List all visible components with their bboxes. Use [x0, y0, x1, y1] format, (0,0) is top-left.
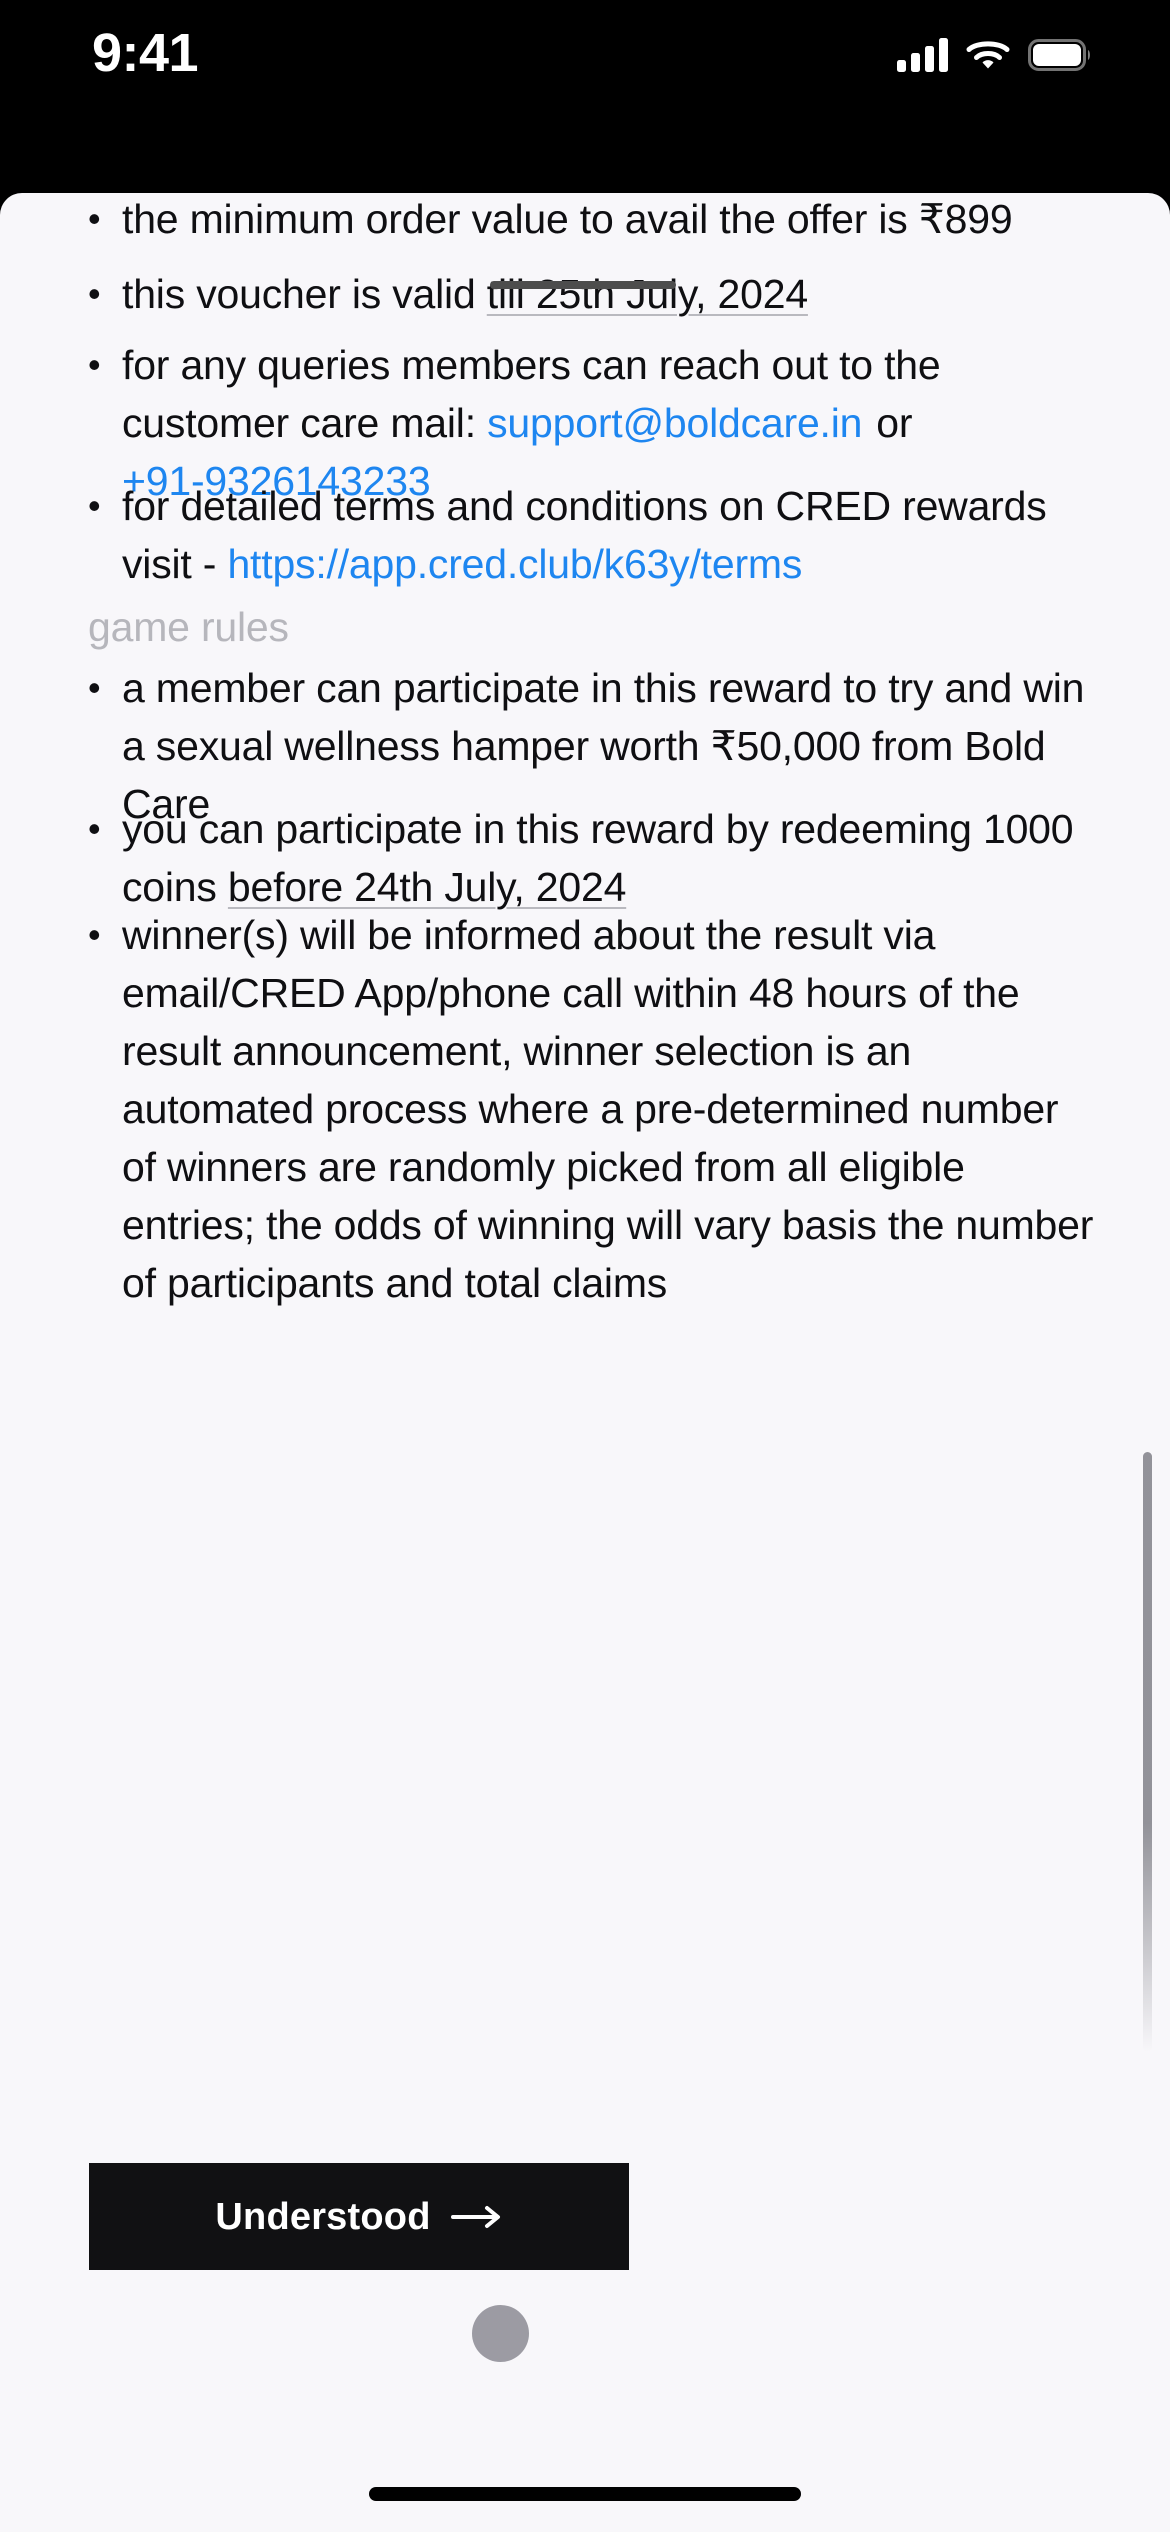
- phone-screen: the minimum order value to avail the off…: [0, 0, 1170, 2532]
- game-rule-redeem: you can participate in this reward by re…: [88, 800, 1098, 916]
- game-rules-heading: game rules: [88, 604, 289, 650]
- terms-bullet-validity: this voucher is valid till 25th July, 20…: [88, 265, 1088, 323]
- terms-bullet-detailed-terms: for detailed terms and conditions on CRE…: [88, 477, 1088, 593]
- terms-validity-date[interactable]: till 25th July, 2024: [487, 271, 808, 317]
- arrow-right-icon: [450, 2204, 503, 2230]
- game-rule-winner-text: winner(s) will be informed about the res…: [122, 912, 1094, 1306]
- support-email-link[interactable]: support@boldcare.in: [487, 400, 862, 446]
- terms-bullet-min-order-text: the minimum order value to avail the off…: [122, 196, 1013, 242]
- touch-point-indicator: [472, 2305, 529, 2362]
- understood-button-label: Understood: [215, 2195, 431, 2238]
- home-indicator[interactable]: [369, 2487, 801, 2501]
- sheet-drag-handle[interactable]: [490, 281, 676, 289]
- terms-bullet-validity-prefix: this voucher is valid: [122, 271, 487, 317]
- status-bar-time: 9:41: [92, 23, 199, 83]
- cellular-bars-icon: [897, 38, 948, 72]
- vertical-scroll-indicator[interactable]: [1143, 1452, 1152, 2052]
- battery-full-icon: [1028, 39, 1092, 71]
- wifi-icon: [966, 38, 1010, 72]
- game-rule-winner-announcement: winner(s) will be informed about the res…: [88, 906, 1103, 1312]
- cred-terms-url-link[interactable]: https://app.cred.club/k63y/terms: [227, 541, 802, 587]
- terms-bullet-min-order: the minimum order value to avail the off…: [88, 193, 1088, 248]
- terms-support-or: or: [876, 400, 913, 446]
- status-bar-icons: [897, 28, 1092, 82]
- understood-button[interactable]: Understood: [89, 2163, 629, 2270]
- status-bar: 9:41: [0, 0, 1170, 193]
- game-rule-redeem-date[interactable]: before 24th July, 2024: [228, 864, 626, 910]
